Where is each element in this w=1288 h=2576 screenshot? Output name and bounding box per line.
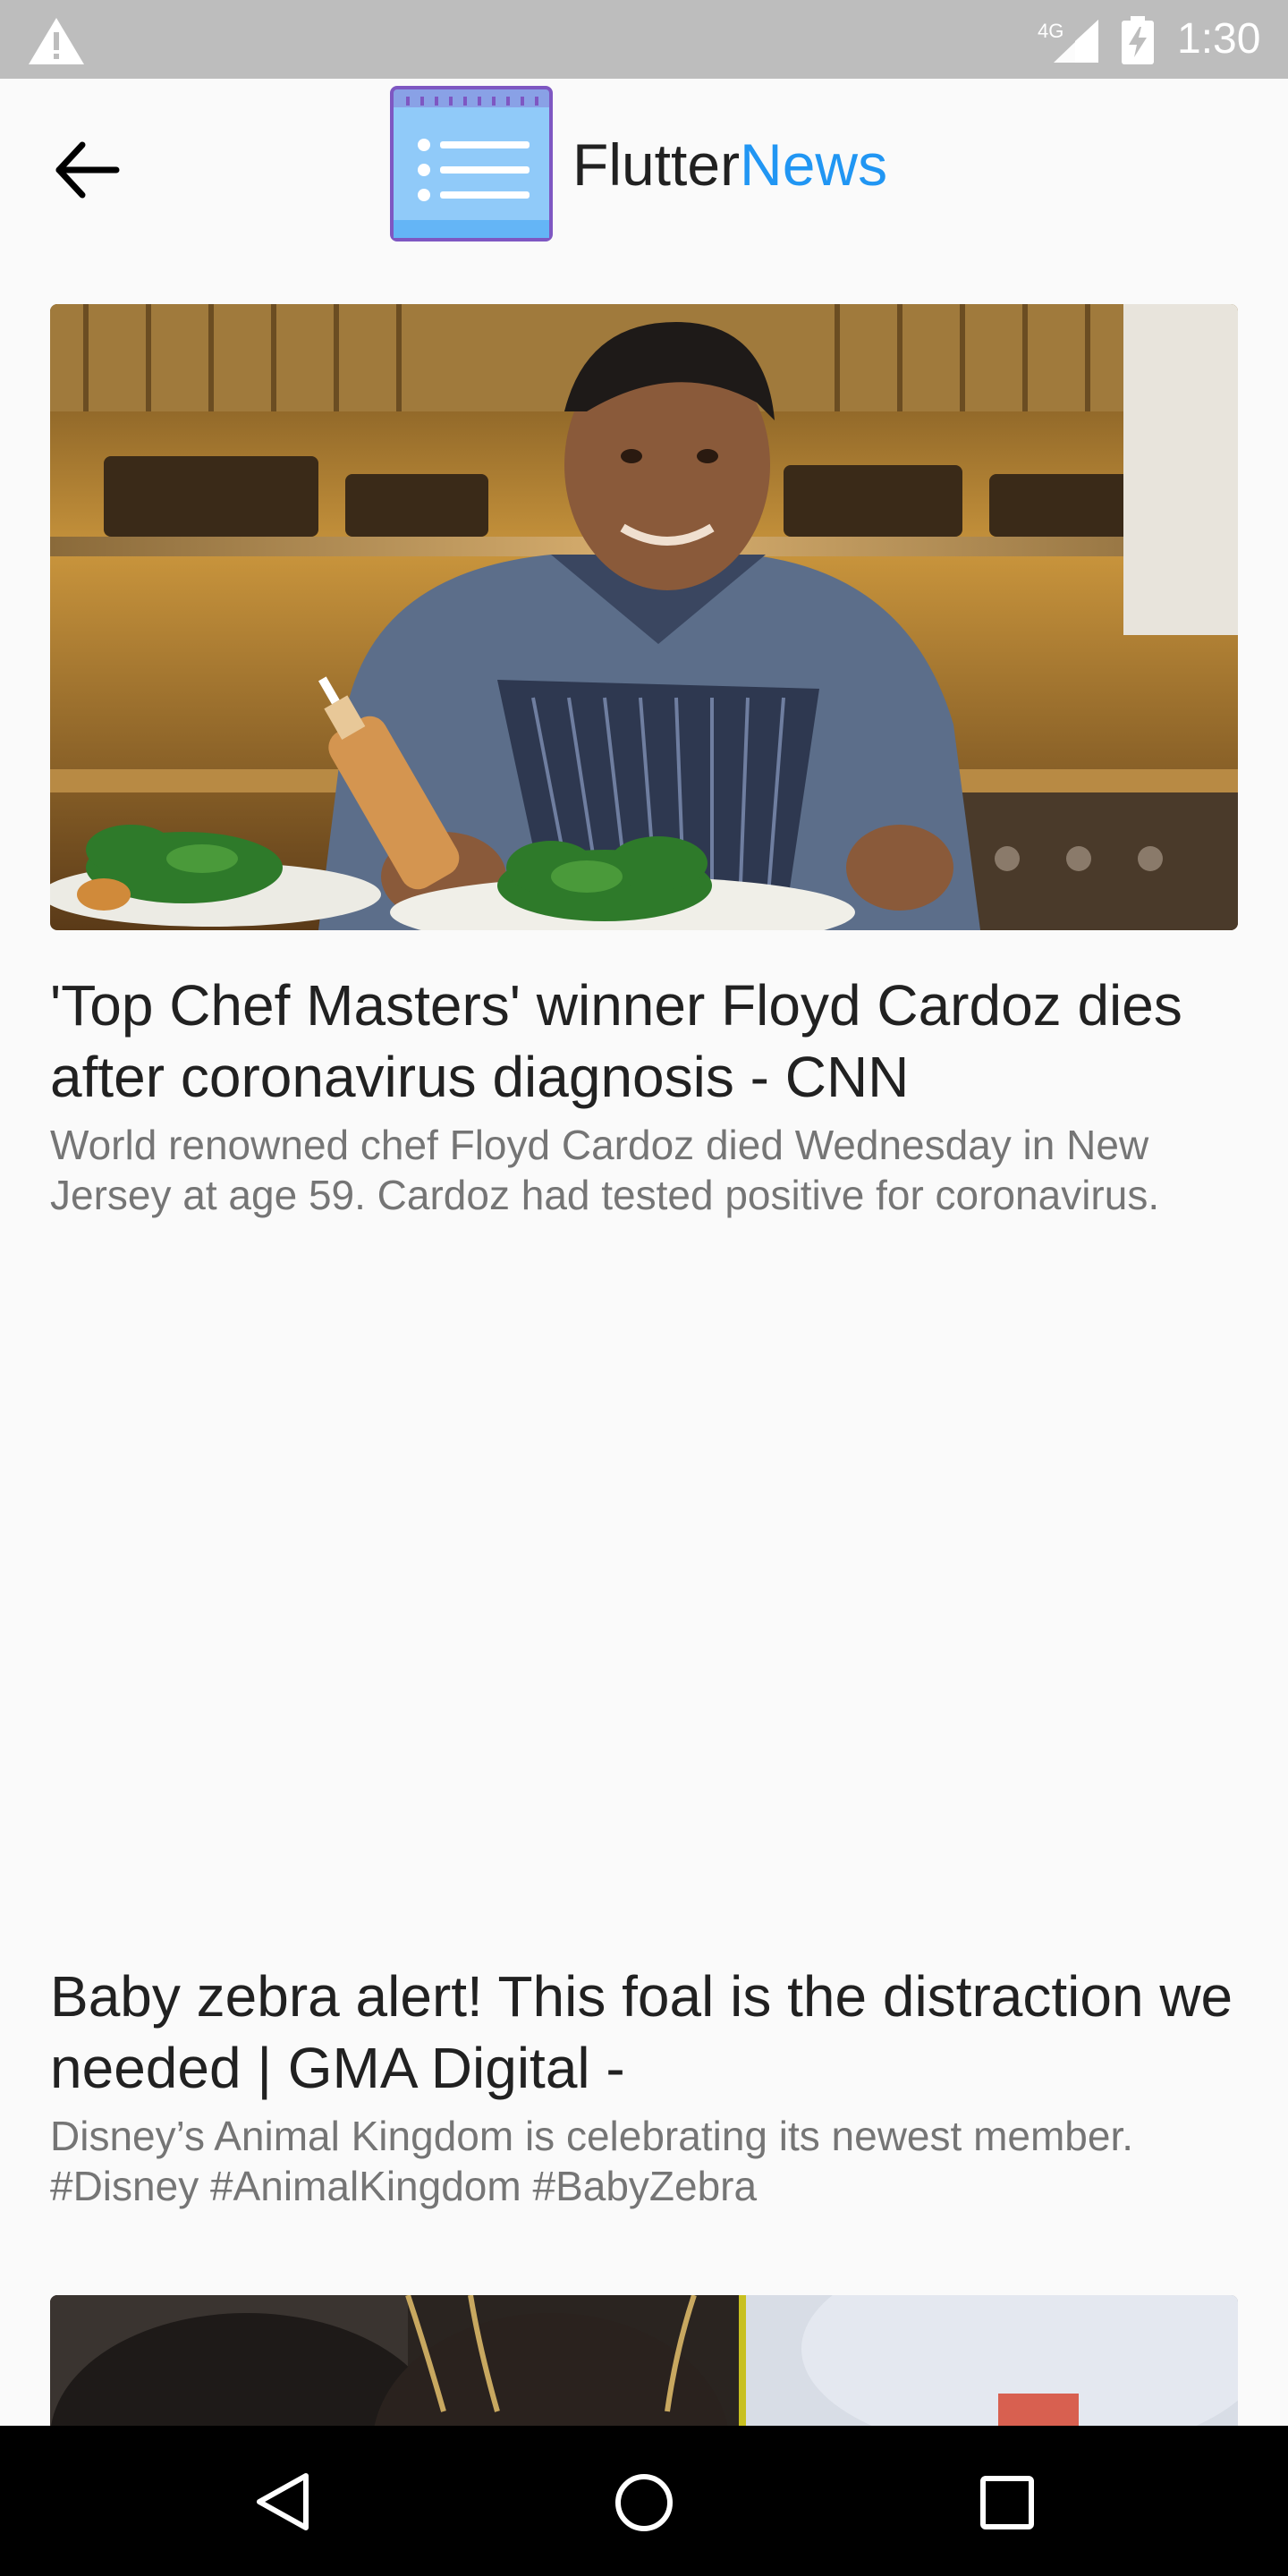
- article-description: World renowned chef Floyd Cardoz died We…: [50, 1122, 1160, 1218]
- screen: 4G 1:30 FlutterNews 'Top Chef Masters' w…: [0, 0, 1288, 2576]
- battery-charging-icon: [1122, 16, 1154, 64]
- network-type-label: 4G: [1038, 20, 1063, 42]
- article-image: [50, 2295, 1238, 2438]
- cellular-signal-icon: 4G: [1038, 20, 1098, 63]
- triangle-back-icon[interactable]: [252, 2470, 315, 2533]
- circle-home-icon[interactable]: [612, 2470, 676, 2535]
- article-card[interactable]: [50, 2295, 1238, 2438]
- article-card[interactable]: 'Top Chef Masters' winner Floyd Cardoz d…: [50, 304, 1238, 1220]
- article-description: Disney’s Animal Kingdom is celebrating i…: [50, 2113, 1134, 2209]
- article-image: [50, 304, 1238, 930]
- arrow-back-icon[interactable]: [52, 136, 123, 204]
- status-time: 1:30: [1177, 15, 1261, 63]
- article-title[interactable]: 'Top Chef Masters' winner Floyd Cardoz d…: [50, 970, 1238, 1113]
- chef-in-kitchen-photo: [50, 304, 1238, 930]
- system-nav-bar: [0, 2426, 1288, 2576]
- article-image-placeholder: [50, 1252, 1238, 1941]
- article-card[interactable]: Baby zebra alert! This foal is the distr…: [50, 1252, 1238, 2211]
- app-bar: FlutterNews: [0, 79, 1288, 254]
- app-title: FlutterNews: [572, 129, 887, 200]
- status-bar: 4G 1:30: [0, 0, 1288, 79]
- article-title[interactable]: Baby zebra alert! This foal is the distr…: [50, 1961, 1238, 2104]
- news-photo-partial: [50, 2295, 1238, 2438]
- app-title-accent: News: [740, 131, 888, 198]
- notepad-list-icon: [390, 86, 553, 242]
- square-recents-icon[interactable]: [979, 2474, 1036, 2531]
- app-title-main: Flutter: [572, 131, 741, 198]
- warning-icon: [29, 18, 84, 64]
